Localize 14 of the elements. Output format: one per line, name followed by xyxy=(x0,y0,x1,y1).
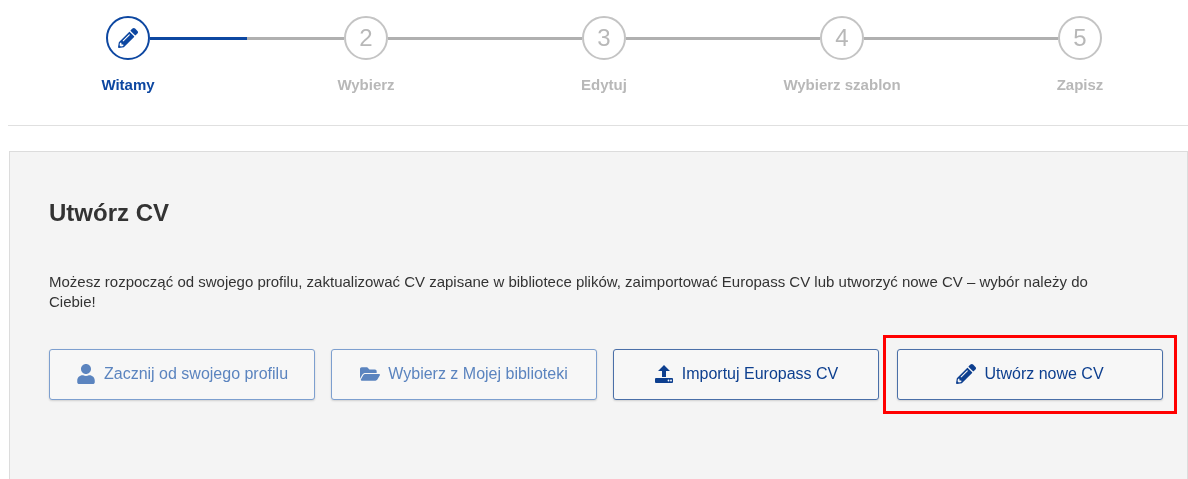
panel-title: Utwórz CV xyxy=(49,197,170,228)
pencil-icon xyxy=(956,364,977,384)
step-label: Zapisz xyxy=(1056,75,1104,95)
pencil-icon xyxy=(118,28,138,48)
step-label: Wybierz xyxy=(337,75,395,95)
step-label: Wybierz szablon xyxy=(783,75,901,95)
panel-description: Możesz rozpocząć od swojego profilu, zaktualizować CV zapisane w bibliotece plików, zaimportować Europass CV lub utworzyć nowe CV – wybór należy do Ciebie! xyxy=(49,271,1089,312)
user-icon xyxy=(75,364,96,384)
folder-icon xyxy=(360,364,381,384)
action-button[interactable]: Utwórz nowe CV xyxy=(897,348,1163,400)
step-label: Witamy xyxy=(101,75,155,95)
upload-icon xyxy=(653,364,674,384)
step-label: Edytuj xyxy=(581,75,627,95)
action-button[interactable]: Importuj Europass CV xyxy=(613,348,879,400)
